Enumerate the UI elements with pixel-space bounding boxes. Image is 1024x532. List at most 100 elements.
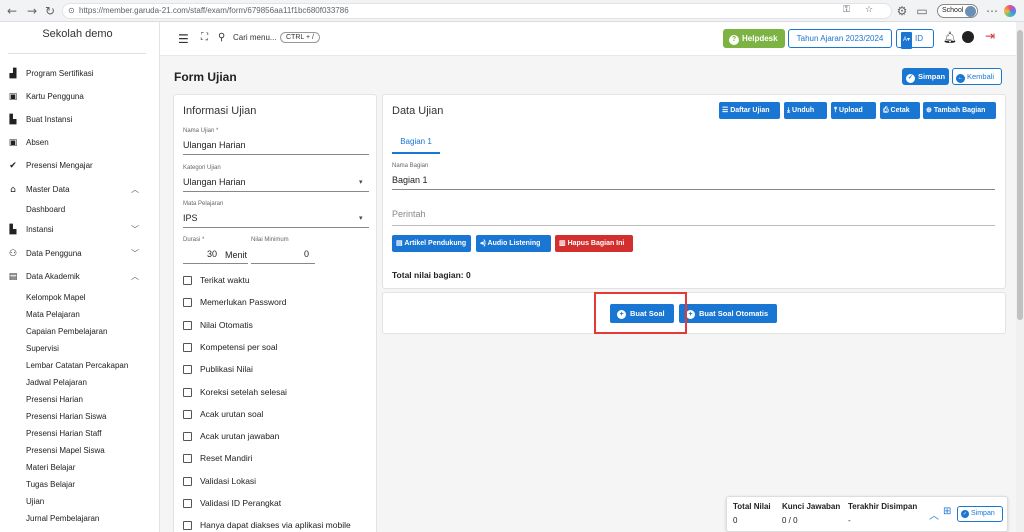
sidebar-item-presensi-harian-siswa[interactable]: Presensi Harian Siswa xyxy=(26,409,106,425)
site-info-icon[interactable]: ⊙ xyxy=(68,6,75,15)
section-name-input[interactable]: Bagian 1 xyxy=(392,175,428,185)
sidebar-item-data-akademik[interactable]: ▤ Data Akademik ︿ xyxy=(8,268,153,286)
sidebar-item-jadwal-pelajaran[interactable]: Jadwal Pelajaran xyxy=(26,375,87,391)
address-bar[interactable]: ⊙ https://member.garuda-21.com/staff/exa… xyxy=(62,3,892,19)
option-checkbox-row[interactable]: Validasi Lokasi xyxy=(183,475,373,489)
bell-icon[interactable]: 🔔︎ xyxy=(943,31,957,44)
sidebar-item-presensi-harian[interactable]: Presensi Harian xyxy=(26,392,83,408)
sidebar-item-presensi-mapel-siswa[interactable]: Presensi Mapel Siswa xyxy=(26,443,105,459)
academic-year-button[interactable]: Tahun Ajaran 2023/2024 xyxy=(788,29,892,48)
checkbox[interactable] xyxy=(183,343,192,352)
scrollbar-thumb[interactable] xyxy=(1017,30,1023,320)
exam-name-input[interactable]: Ulangan Harian xyxy=(183,140,246,150)
logout-icon[interactable]: ⇥ xyxy=(985,29,995,43)
sidebar-item-master-data[interactable]: ⌂ Master Data ︿ xyxy=(8,181,153,199)
chevron-down-icon: ﹀ xyxy=(131,249,139,258)
checkbox[interactable] xyxy=(183,499,192,508)
download-button[interactable]: ⤓ Unduh xyxy=(784,102,827,119)
key-icon[interactable]: ⚿ xyxy=(843,5,850,15)
print-button[interactable]: ⎙ Cetak xyxy=(880,102,920,119)
subject-select[interactable]: IPS xyxy=(183,213,198,223)
option-checkbox-row[interactable]: Publikasi Nilai xyxy=(183,363,373,377)
checkbox[interactable] xyxy=(183,276,192,285)
checkbox-label: Nilai Otomatis xyxy=(200,320,253,330)
checkbox[interactable] xyxy=(183,321,192,330)
checkbox[interactable] xyxy=(183,298,192,307)
language-button[interactable]: A▾ ID xyxy=(896,29,934,49)
profile-button[interactable]: School xyxy=(937,4,978,18)
more-menu-icon[interactable]: ⋯ xyxy=(984,3,1000,19)
checkbox[interactable] xyxy=(183,521,192,530)
search-icon[interactable]: ⚲ xyxy=(218,32,225,43)
sidebar-item-jurnal-pembelajaran[interactable]: Jurnal Pembelajaran xyxy=(26,511,99,527)
checkbox[interactable] xyxy=(183,365,192,374)
checkbox[interactable] xyxy=(183,410,192,419)
fullscreen-icon[interactable]: ⛶ xyxy=(201,32,208,43)
menu-icon[interactable]: ☰ xyxy=(178,32,189,46)
sidebar-item-dashboard[interactable]: Dashboard xyxy=(26,202,65,218)
grid-icon[interactable]: ⊞ xyxy=(943,506,951,517)
search-menu-label[interactable]: Cari menu... xyxy=(233,33,277,42)
brand-title: Sekolah demo xyxy=(42,28,113,40)
copilot-icon[interactable] xyxy=(1004,5,1016,17)
sidebar-item-presensi-mengajar[interactable]: ✔ Presensi Mengajar xyxy=(8,157,153,175)
checkbox[interactable] xyxy=(183,388,192,397)
duration-input[interactable]: 30 xyxy=(183,249,217,259)
option-checkbox-row[interactable]: Hanya dapat diakses via aplikasi mobile xyxy=(183,519,373,532)
sidebar-item-program-sertifikasi[interactable]: ▟ Program Sertifikasi xyxy=(8,65,153,83)
forward-icon[interactable]: → xyxy=(24,3,40,19)
tab-bagian-1[interactable]: Bagian 1 xyxy=(392,137,440,146)
sidebar-item-kartu-pengguna[interactable]: ▣ Kartu Pengguna xyxy=(8,88,153,106)
sidebar-item-materi-belajar[interactable]: Materi Belajar xyxy=(26,460,75,476)
checkbox[interactable] xyxy=(183,432,192,441)
checkbox[interactable] xyxy=(183,477,192,486)
check-icon: ✓ xyxy=(906,74,915,83)
summary-label: Total Nilai xyxy=(733,502,771,511)
chevron-up-icon[interactable]: ︿ xyxy=(929,507,939,522)
sidebar-item-data-pengguna[interactable]: ⚇ Data Pengguna ﹀ xyxy=(8,245,153,263)
helpdesk-button[interactable]: ? Helpdesk xyxy=(723,29,785,48)
option-checkbox-row[interactable]: Acak urutan jawaban xyxy=(183,430,373,444)
option-checkbox-row[interactable]: Reset Mandiri xyxy=(183,452,373,466)
save-button[interactable]: ✓ Simpan xyxy=(902,68,949,85)
sidebar-item-supervisi[interactable]: Supervisi xyxy=(26,341,59,357)
sidebar-item-buat-instansi[interactable]: ▙ Buat Instansi xyxy=(8,111,153,129)
extensions-icon[interactable]: ⚙ xyxy=(894,3,910,19)
account-icon[interactable] xyxy=(962,31,974,43)
auto-create-question-button[interactable]: + Buat Soal Otomatis xyxy=(679,304,777,323)
sidebar-item-kelompok-mapel[interactable]: Kelompok Mapel xyxy=(26,290,86,306)
add-section-button[interactable]: ⊕ Tambah Bagian xyxy=(923,102,996,119)
sidebar-item-instansi[interactable]: ▙ Instansi ﹀ xyxy=(8,221,153,239)
category-select[interactable]: Ulangan Harian xyxy=(183,177,246,187)
option-checkbox-row[interactable]: Terikat waktu xyxy=(183,274,373,288)
sidebar-item-lembar-catatan[interactable]: Lembar Catatan Percakapan xyxy=(26,358,128,374)
delete-section-button[interactable]: ▥ Hapus Bagian Ini xyxy=(555,235,633,252)
exam-list-button[interactable]: ☰ Daftar Ujian xyxy=(719,102,780,119)
sidebar-item-capaian-pembelajaran[interactable]: Capaian Pembelajaran xyxy=(26,324,107,340)
option-checkbox-row[interactable]: Acak urutan soal xyxy=(183,408,373,422)
supporting-article-button[interactable]: ▤ Artikel Pendukung xyxy=(392,235,471,252)
sidebar-item-mata-pelajaran[interactable]: Mata Pelajaran xyxy=(26,307,80,323)
instruction-input[interactable]: Perintah xyxy=(392,209,426,219)
certificate-icon: ▟ xyxy=(9,69,17,79)
option-checkbox-row[interactable]: Koreksi setelah selesai xyxy=(183,386,373,400)
option-checkbox-row[interactable]: Nilai Otomatis xyxy=(183,319,373,333)
upload-button[interactable]: ⤒ Upload xyxy=(831,102,876,119)
option-checkbox-row[interactable]: Memerlukan Password xyxy=(183,296,373,310)
sidebar-item-tugas-belajar[interactable]: Tugas Belajar xyxy=(26,477,75,493)
checkbox[interactable] xyxy=(183,454,192,463)
split-icon[interactable]: ▭ xyxy=(914,3,930,19)
option-checkbox-row[interactable]: Kompetensi per soal xyxy=(183,341,373,355)
reload-icon[interactable]: ↻ xyxy=(42,3,58,19)
option-checkbox-row[interactable]: Validasi ID Perangkat xyxy=(183,497,373,511)
back-icon[interactable]: ← xyxy=(4,3,20,19)
audio-listening-button[interactable]: ◂) Audio Listening xyxy=(476,235,551,252)
back-button[interactable]: ← Kembali xyxy=(952,68,1002,85)
sidebar-item-absen[interactable]: ▣ Absen xyxy=(8,134,153,152)
min-score-input[interactable]: 0 xyxy=(251,249,309,259)
star-icon[interactable]: ☆ xyxy=(865,5,873,15)
sidebar-item-presensi-harian-staff[interactable]: Presensi Harian Staff xyxy=(26,426,101,442)
summary-save-button[interactable]: ✓ Simpan xyxy=(957,506,1003,522)
field-underline xyxy=(183,227,369,228)
sidebar-item-ujian[interactable]: Ujian xyxy=(26,494,44,510)
